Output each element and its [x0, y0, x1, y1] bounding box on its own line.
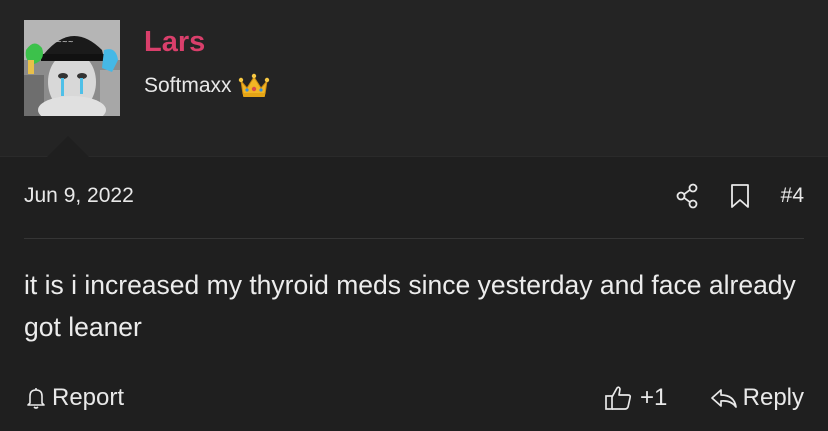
- user-title: Softmaxx: [144, 72, 270, 100]
- reply-icon: [710, 389, 737, 408]
- bookmark-icon: [730, 184, 749, 208]
- share-button[interactable]: [675, 183, 699, 209]
- header-divider: [0, 156, 828, 157]
- reply-button[interactable]: Reply: [709, 380, 804, 416]
- user-title-text: Softmaxx: [144, 74, 232, 97]
- reply-label: Reply: [742, 384, 804, 411]
- post-meta-actions: #4: [675, 181, 804, 211]
- crown-icon: [238, 73, 269, 97]
- post-footer: Report +1 Reply: [24, 380, 804, 416]
- message-pointer: [46, 136, 90, 158]
- react-label: +1: [640, 384, 668, 411]
- share-icon: [676, 183, 698, 209]
- user-header: ~~~ Lars Softmaxx: [0, 0, 828, 157]
- bell-icon: [27, 388, 45, 409]
- report-label: Report: [52, 384, 125, 411]
- react-button[interactable]: +1: [604, 380, 667, 416]
- post-number[interactable]: #4: [781, 184, 804, 208]
- avatar[interactable]: ~~~: [24, 20, 120, 116]
- post-message: it is i increased my thyroid meds since …: [24, 270, 796, 342]
- post-date[interactable]: Jun 9, 2022: [24, 183, 134, 209]
- bookmark-button[interactable]: [729, 183, 751, 209]
- report-button[interactable]: Report: [24, 380, 124, 416]
- svg-text:~~~: ~~~: [56, 38, 74, 46]
- username[interactable]: Lars: [144, 25, 205, 59]
- content-divider: [24, 238, 804, 239]
- thumbs-up-icon: [605, 386, 632, 410]
- avatar-image: ~~~: [24, 20, 120, 116]
